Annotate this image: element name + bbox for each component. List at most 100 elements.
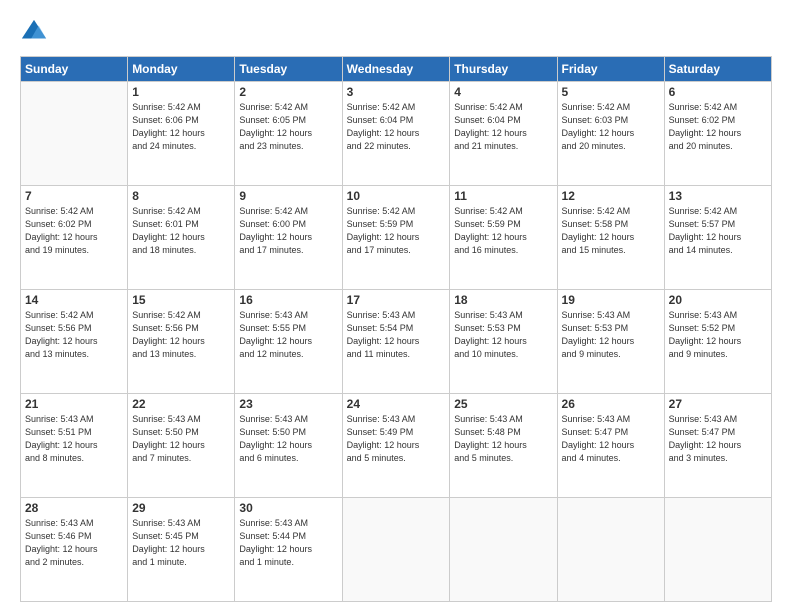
day-info: Sunrise: 5:43 AMSunset: 5:51 PMDaylight:…: [25, 413, 123, 465]
calendar-cell: 8 Sunrise: 5:42 AMSunset: 6:01 PMDaylight…: [128, 186, 235, 290]
day-number: 8: [132, 189, 230, 203]
day-info: Sunrise: 5:42 AMSunset: 5:56 PMDaylight:…: [132, 309, 230, 361]
col-header-friday: Friday: [557, 57, 664, 82]
day-info: Sunrise: 5:43 AMSunset: 5:45 PMDaylight:…: [132, 517, 230, 569]
day-number: 27: [669, 397, 767, 411]
calendar-cell: 4 Sunrise: 5:42 AMSunset: 6:04 PMDaylight…: [450, 82, 557, 186]
calendar-table: SundayMondayTuesdayWednesdayThursdayFrid…: [20, 56, 772, 602]
day-info: Sunrise: 5:43 AMSunset: 5:54 PMDaylight:…: [347, 309, 446, 361]
day-number: 23: [239, 397, 337, 411]
day-number: 21: [25, 397, 123, 411]
day-info: Sunrise: 5:42 AMSunset: 6:01 PMDaylight:…: [132, 205, 230, 257]
day-info: Sunrise: 5:43 AMSunset: 5:50 PMDaylight:…: [132, 413, 230, 465]
col-header-monday: Monday: [128, 57, 235, 82]
day-info: Sunrise: 5:42 AMSunset: 5:57 PMDaylight:…: [669, 205, 767, 257]
day-number: 18: [454, 293, 552, 307]
day-number: 29: [132, 501, 230, 515]
day-info: Sunrise: 5:43 AMSunset: 5:48 PMDaylight:…: [454, 413, 552, 465]
col-header-wednesday: Wednesday: [342, 57, 450, 82]
calendar-cell: [21, 82, 128, 186]
calendar-cell: 1Sunrise: 5:42 AMSunset: 6:06 PMDaylight…: [128, 82, 235, 186]
day-number: 9: [239, 189, 337, 203]
week-row-1: 1Sunrise: 5:42 AMSunset: 6:06 PMDaylight…: [21, 82, 772, 186]
col-header-thursday: Thursday: [450, 57, 557, 82]
day-info: Sunrise: 5:43 AMSunset: 5:50 PMDaylight:…: [239, 413, 337, 465]
calendar-cell: 7Sunrise: 5:42 AMSunset: 6:02 PMDaylight…: [21, 186, 128, 290]
calendar-cell: 13 Sunrise: 5:42 AMSunset: 5:57 PMDayligh…: [664, 186, 771, 290]
day-number: 13: [669, 189, 767, 203]
day-number: 14: [25, 293, 123, 307]
day-number: 25: [454, 397, 552, 411]
calendar-cell: 15 Sunrise: 5:42 AMSunset: 5:56 PMDayligh…: [128, 290, 235, 394]
calendar-cell: 28 Sunrise: 5:43 AMSunset: 5:46 PMDayligh…: [21, 498, 128, 602]
calendar-cell: 16 Sunrise: 5:43 AMSunset: 5:55 PMDayligh…: [235, 290, 342, 394]
day-info: Sunrise: 5:43 AMSunset: 5:49 PMDaylight:…: [347, 413, 446, 465]
day-number: 19: [562, 293, 660, 307]
calendar-cell: 12 Sunrise: 5:42 AMSunset: 5:58 PMDayligh…: [557, 186, 664, 290]
week-row-2: 7Sunrise: 5:42 AMSunset: 6:02 PMDaylight…: [21, 186, 772, 290]
calendar-cell: 2 Sunrise: 5:42 AMSunset: 6:05 PMDaylight…: [235, 82, 342, 186]
day-info: Sunrise: 5:42 AMSunset: 6:02 PMDaylight:…: [669, 101, 767, 153]
day-number: 12: [562, 189, 660, 203]
calendar-cell: 14Sunrise: 5:42 AMSunset: 5:56 PMDayligh…: [21, 290, 128, 394]
day-number: 16: [239, 293, 337, 307]
day-number: 6: [669, 85, 767, 99]
day-info: Sunrise: 5:42 AMSunset: 5:59 PMDaylight:…: [454, 205, 552, 257]
day-info: Sunrise: 5:43 AMSunset: 5:53 PMDaylight:…: [562, 309, 660, 361]
day-number: 10: [347, 189, 446, 203]
week-row-4: 21 Sunrise: 5:43 AMSunset: 5:51 PMDayligh…: [21, 394, 772, 498]
logo: [20, 18, 52, 46]
calendar-cell: 29 Sunrise: 5:43 AMSunset: 5:45 PMDayligh…: [128, 498, 235, 602]
day-number: 4: [454, 85, 552, 99]
day-info: Sunrise: 5:43 AMSunset: 5:47 PMDaylight:…: [669, 413, 767, 465]
day-number: 30: [239, 501, 337, 515]
day-info: Sunrise: 5:42 AMSunset: 6:04 PMDaylight:…: [454, 101, 552, 153]
day-info: Sunrise: 5:42 AMSunset: 6:02 PMDaylight:…: [25, 205, 123, 257]
col-header-saturday: Saturday: [664, 57, 771, 82]
day-info: Sunrise: 5:42 AMSunset: 6:04 PMDaylight:…: [347, 101, 446, 153]
calendar-cell: 20 Sunrise: 5:43 AMSunset: 5:52 PMDayligh…: [664, 290, 771, 394]
col-header-tuesday: Tuesday: [235, 57, 342, 82]
calendar-cell: 26Sunrise: 5:43 AMSunset: 5:47 PMDayligh…: [557, 394, 664, 498]
day-number: 2: [239, 85, 337, 99]
calendar-cell: 5 Sunrise: 5:42 AMSunset: 6:03 PMDaylight…: [557, 82, 664, 186]
day-info: Sunrise: 5:43 AMSunset: 5:55 PMDaylight:…: [239, 309, 337, 361]
calendar-cell: 6 Sunrise: 5:42 AMSunset: 6:02 PMDaylight…: [664, 82, 771, 186]
day-info: Sunrise: 5:43 AMSunset: 5:52 PMDaylight:…: [669, 309, 767, 361]
calendar-cell: [342, 498, 450, 602]
calendar-cell: 24Sunrise: 5:43 AMSunset: 5:49 PMDayligh…: [342, 394, 450, 498]
day-info: Sunrise: 5:42 AMSunset: 6:03 PMDaylight:…: [562, 101, 660, 153]
calendar-cell: 11Sunrise: 5:42 AMSunset: 5:59 PMDayligh…: [450, 186, 557, 290]
calendar-cell: 3Sunrise: 5:42 AMSunset: 6:04 PMDaylight…: [342, 82, 450, 186]
calendar-cell: 19 Sunrise: 5:43 AMSunset: 5:53 PMDayligh…: [557, 290, 664, 394]
day-info: Sunrise: 5:42 AMSunset: 6:05 PMDaylight:…: [239, 101, 337, 153]
calendar-cell: 18Sunrise: 5:43 AMSunset: 5:53 PMDayligh…: [450, 290, 557, 394]
calendar-cell: [664, 498, 771, 602]
calendar-cell: 30 Sunrise: 5:43 AMSunset: 5:44 PMDayligh…: [235, 498, 342, 602]
header: [20, 18, 772, 46]
day-info: Sunrise: 5:42 AMSunset: 6:06 PMDaylight:…: [132, 101, 230, 153]
day-number: 17: [347, 293, 446, 307]
day-info: Sunrise: 5:42 AMSunset: 5:58 PMDaylight:…: [562, 205, 660, 257]
calendar-cell: 21 Sunrise: 5:43 AMSunset: 5:51 PMDayligh…: [21, 394, 128, 498]
calendar-header-row: SundayMondayTuesdayWednesdayThursdayFrid…: [21, 57, 772, 82]
calendar-cell: 9 Sunrise: 5:42 AMSunset: 6:00 PMDaylight…: [235, 186, 342, 290]
page: SundayMondayTuesdayWednesdayThursdayFrid…: [0, 0, 792, 612]
day-number: 5: [562, 85, 660, 99]
day-number: 20: [669, 293, 767, 307]
logo-icon: [20, 18, 48, 46]
calendar-cell: 23 Sunrise: 5:43 AMSunset: 5:50 PMDayligh…: [235, 394, 342, 498]
day-info: Sunrise: 5:42 AMSunset: 5:59 PMDaylight:…: [347, 205, 446, 257]
calendar-cell: 22Sunrise: 5:43 AMSunset: 5:50 PMDayligh…: [128, 394, 235, 498]
calendar-cell: [557, 498, 664, 602]
day-info: Sunrise: 5:42 AMSunset: 6:00 PMDaylight:…: [239, 205, 337, 257]
day-info: Sunrise: 5:43 AMSunset: 5:44 PMDaylight:…: [239, 517, 337, 569]
calendar-cell: 27 Sunrise: 5:43 AMSunset: 5:47 PMDayligh…: [664, 394, 771, 498]
week-row-3: 14 Sunrise: 5:42 AMSunset: 5:56 PMDayligh…: [21, 290, 772, 394]
day-info: Sunrise: 5:43 AMSunset: 5:46 PMDaylight:…: [25, 517, 123, 569]
calendar-cell: 17 Sunrise: 5:43 AMSunset: 5:54 PMDayligh…: [342, 290, 450, 394]
day-number: 15: [132, 293, 230, 307]
calendar-cell: 10 Sunrise: 5:42 AMSunset: 5:59 PMDayligh…: [342, 186, 450, 290]
day-number: 26: [562, 397, 660, 411]
day-number: 28: [25, 501, 123, 515]
